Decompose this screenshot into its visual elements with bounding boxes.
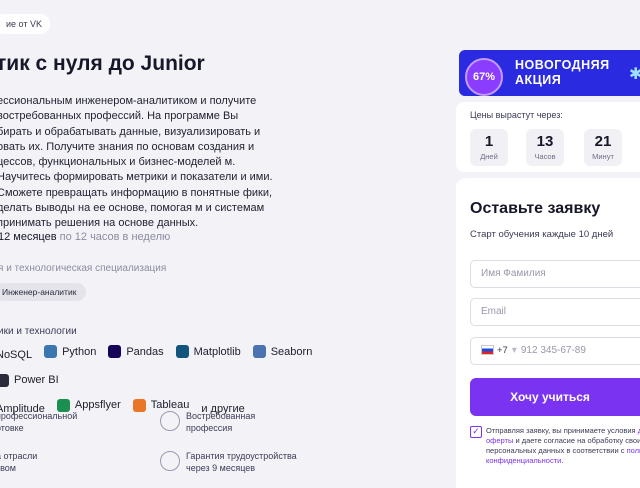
duration-hours: по 12 часов в неделю [59, 231, 171, 243]
countdown-card: Цены вырастут через: 1 Дней 13 Часов 21 … [456, 102, 640, 172]
tool-label: Matplotlib [193, 345, 241, 358]
offer-link-cont[interactable]: оферты [486, 436, 513, 445]
feature-text: профессиональной отовке [0, 411, 78, 433]
tool-label: Tableau [150, 399, 190, 411]
promo-banner[interactable]: 67% НОВОГОДНЯЯ АКЦИЯ ✱ [459, 50, 640, 96]
duration-months: 12 месяцев [0, 231, 57, 243]
specialization-chip[interactable]: Инженер-аналитик [0, 283, 87, 301]
promo-line2: АКЦИЯ [515, 73, 562, 87]
phone-field[interactable]: +7 ▾ 912 345-67-89 [470, 337, 640, 365]
tools-label: ики и технологии [0, 326, 77, 337]
countdown-hours: 13 Часов [526, 129, 564, 166]
course-description: ессиональным инженером-аналитиком и полу… [0, 95, 273, 230]
tool-item: Seaborn [252, 344, 313, 359]
page-title: тик с нуля до Junior [0, 52, 205, 75]
consent-text: Отправляя заявку, вы принимаете условия … [486, 426, 640, 466]
discount-badge: 67% [465, 58, 503, 96]
countdown-value: 21 [594, 133, 612, 150]
tool-item: Python [44, 344, 96, 359]
countdown-unit: Минут [592, 152, 614, 161]
powerbi-icon [0, 373, 9, 387]
application-form: Оставьте заявку Старт обучения каждые 10… [456, 178, 640, 488]
promo-text: НОВОГОДНЯЯ АКЦИЯ [515, 58, 610, 88]
tool-label: Appsflyer [74, 399, 121, 411]
countdown-unit: Дней [480, 152, 498, 161]
countdown-minutes: 21 Минут [584, 129, 622, 166]
course-duration: 12 месяцев по 12 часов в неделю [0, 231, 170, 243]
form-subheading: Старт обучения каждые 10 дней [470, 229, 614, 240]
promo-line1: НОВОГОДНЯЯ [515, 58, 610, 72]
tool-label: Power BI [14, 374, 59, 386]
name-field[interactable]: Имя Фамилия [470, 260, 640, 288]
tool-label: Pandas [126, 345, 164, 358]
countdown-unit: Часов [534, 152, 556, 161]
python-icon [44, 345, 58, 358]
tool-item: Tableau [132, 398, 190, 413]
shield-icon [160, 451, 180, 471]
feature-item: а отрасли твом [0, 450, 37, 474]
tool-label: Seaborn [270, 345, 313, 358]
feature-text: Востребованная профессия [186, 411, 256, 433]
form-heading: Оставьте заявку [470, 200, 601, 217]
feature-item: Гарантия трудоустройства через 9 месяцев [160, 450, 297, 474]
chevron-down-icon[interactable]: ▾ [512, 345, 517, 356]
feature-text: Гарантия трудоустройства через 9 месяцев [186, 451, 297, 473]
feature-item: профессиональной отовке [0, 410, 77, 434]
phone-country-code[interactable]: +7 [497, 345, 508, 356]
seaborn-icon [252, 345, 266, 358]
feature-item: Востребованная профессия [160, 410, 256, 434]
phone-placeholder: 912 345-67-89 [520, 345, 586, 356]
consent-checkbox[interactable]: ✓ [470, 426, 482, 438]
tableau-icon [132, 398, 146, 412]
countdown-value: 1 [484, 133, 494, 150]
countdown-label: Цены вырастут через: [470, 110, 563, 120]
tool-item: Power BI [0, 373, 59, 388]
snowflake-icon: ✱ [629, 66, 640, 83]
feature-text: а отрасли твом [0, 451, 38, 473]
submit-button[interactable]: Хочу учиться [470, 378, 640, 416]
tool-item: NoSQL [0, 348, 32, 363]
tool-item: Pandas [108, 344, 164, 359]
countdown-days: 1 Дней [470, 129, 508, 166]
countdown-value: 13 [536, 133, 554, 150]
russia-flag-icon[interactable] [481, 345, 494, 356]
tool-label: NoSQL [0, 349, 33, 361]
matplotlib-icon [175, 345, 189, 358]
vk-pill: ие от VK [0, 14, 50, 34]
tool-item: Matplotlib [175, 344, 241, 359]
pandas-icon [108, 345, 122, 358]
email-field[interactable]: Email [470, 298, 640, 326]
specialization-label: я и технологическая специализация [0, 263, 167, 274]
tool-label: Python [62, 345, 97, 358]
clipboard-icon [160, 411, 180, 431]
